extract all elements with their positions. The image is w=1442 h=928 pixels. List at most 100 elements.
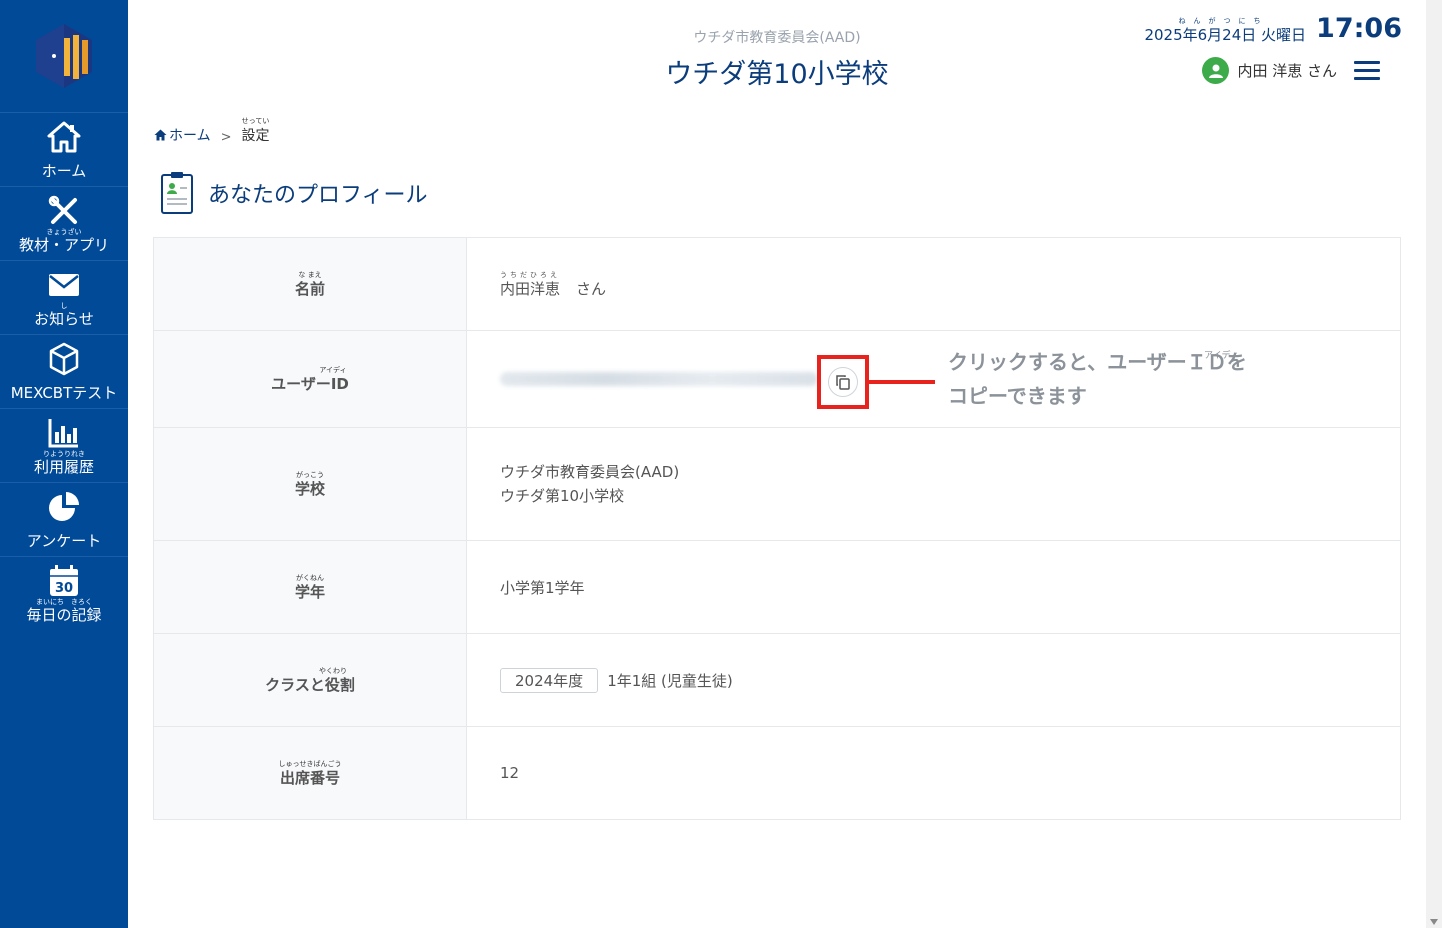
profile-heading: あなたのプロフィール (160, 171, 428, 215)
sidebar-item-ruby: きょうざい (46, 227, 82, 236)
label-ruby: しゅっせきばんごう (278, 759, 342, 768)
breadcrumb-separator: > (220, 130, 232, 145)
callout-ruby: アイディ (1204, 351, 1239, 361)
label-text: 学校 (294, 479, 325, 498)
label-text: 出席番号 (279, 768, 340, 787)
row-label-attendance: しゅっせきばんごう 出席番号 (154, 727, 467, 819)
hamburger-menu-icon[interactable] (1354, 61, 1380, 81)
row-label-class-role: やくわり クラスと役割 (154, 634, 467, 726)
attendance-number: 12 (500, 764, 520, 782)
sidebar-item-history[interactable]: りようりれき 利用履歴 (0, 408, 128, 482)
row-value-name: うちだひろえ 内田洋恵 さん (467, 238, 1400, 330)
year-badge: 2024年度 (500, 667, 599, 693)
label-text: ユーザーID (271, 374, 349, 393)
sidebar-item-label: お知らせ (34, 309, 94, 328)
date-ruby: ねんがつにち (1178, 17, 1269, 25)
sidebar-item-label: 利用履歴 (33, 457, 94, 476)
sidebar-item-label: 教材・アプリ (18, 235, 109, 254)
sidebar-item-mexcbt[interactable]: MEXCBTテスト (0, 334, 128, 408)
pie-chart-icon (49, 491, 79, 521)
profile-table: な まえ 名前 うちだひろえ 内田洋恵 さん アイディ ユーザーID アイディ … (153, 237, 1401, 820)
sidebar-item-label: MEXCBTテスト (10, 383, 118, 402)
sidebar-item-label: アンケート (26, 531, 102, 550)
row-value-grade: 小学第1学年 (467, 541, 1400, 633)
row-value-school: ウチダ市教育委員会(AAD) ウチダ第10小学校 (467, 428, 1400, 540)
bar-chart-icon (48, 418, 78, 447)
sidebar-item-label: ホーム (41, 161, 87, 180)
label-ruby: やくわり (319, 666, 347, 675)
row-value-user-id: アイディ クリックすると、ユーザーＩＤを コピーできます (467, 331, 1400, 427)
copy-highlight-box[interactable] (817, 355, 869, 409)
sidebar-item-label: 毎日の記録 (26, 605, 102, 624)
current-date: 2025年6月24日 火曜日 (1144, 26, 1307, 44)
label-ruby: がくねん (296, 573, 324, 582)
clipboard-profile-icon (161, 172, 193, 214)
breadcrumb-home[interactable]: ホーム (154, 125, 211, 145)
copy-icon (836, 375, 850, 390)
name-ruby: うちだひろえ (500, 270, 560, 279)
label-ruby: がっこう (296, 470, 324, 479)
sidebar-item-ruby: し (60, 301, 68, 310)
home-icon (47, 121, 81, 152)
sidebar-nav: ホーム きょうざい 教材・アプリ し お知らせ MEXCBTテスト りようりれき… (0, 112, 128, 630)
datetime: ねんがつにち 2025年6月24日 火曜日 17:06 (1144, 13, 1402, 45)
name-suffix: さん (576, 279, 607, 298)
callout-line (869, 380, 935, 384)
sidebar-item-apps[interactable]: きょうざい 教材・アプリ (0, 186, 128, 260)
table-row: しゅっせきばんごう 出席番号 12 (154, 727, 1400, 819)
home-small-icon (154, 129, 167, 141)
label-ruby: アイディ (319, 365, 347, 374)
breadcrumb-home-label: ホーム (169, 128, 211, 144)
callout-line2: コピーできます (948, 384, 1087, 408)
breadcrumb-current-ruby: せってい (241, 117, 270, 125)
cube-icon (49, 342, 79, 375)
app-logo-icon (36, 24, 92, 88)
table-row: がっこう 学校 ウチダ市教育委員会(AAD) ウチダ第10小学校 (154, 428, 1400, 541)
grade-value: 小学第1学年 (500, 578, 585, 597)
sidebar-item-notices[interactable]: し お知らせ (0, 260, 128, 334)
breadcrumb-current-label: 設定 (241, 128, 270, 144)
row-value-attendance: 12 (467, 727, 1400, 819)
row-label-grade: がくねん 学年 (154, 541, 467, 633)
school-name: ウチダ第10小学校 (500, 487, 625, 505)
row-value-class-role: 2024年度 1年1組 (児童生徒) (467, 634, 1400, 726)
calendar-day: 30 (55, 581, 73, 596)
tools-icon (48, 195, 77, 224)
user-menu[interactable]: 内田 洋恵 さん (1202, 57, 1337, 84)
sidebar-item-daily-record[interactable]: 30 まいにち きろく 毎日の記録 (0, 556, 128, 630)
scrollbar-thumb[interactable] (1429, 2, 1439, 907)
current-time: 17:06 (1316, 13, 1402, 44)
sidebar-item-ruby: まいにち きろく (36, 597, 92, 606)
copy-callout: アイディ クリックすると、ユーザーＩＤを コピーできます (948, 345, 1247, 413)
profile-title: あなたのプロフィール (208, 183, 428, 208)
copy-id-button[interactable] (828, 367, 858, 397)
label-ruby: な まえ (298, 270, 322, 279)
user-avatar-icon (1202, 57, 1230, 84)
table-row: がくねん 学年 小学第1学年 (154, 541, 1400, 634)
sidebar-item-ruby: りようりれき (43, 449, 85, 458)
user-name: 内田 洋恵 さん (1237, 62, 1337, 80)
user-full-name: 内田洋恵 (500, 279, 561, 298)
row-label-school: がっこう 学校 (154, 428, 467, 540)
table-row: アイディ ユーザーID アイディ クリックすると、ユーザーＩＤを コピーできます (154, 331, 1400, 428)
callout-line1: クリックすると、ユーザーＩＤを (948, 350, 1247, 374)
scroll-down-arrow-icon[interactable] (1430, 919, 1438, 925)
label-text: 名前 (294, 279, 325, 298)
class-role-value: 1年1組 (児童生徒) (607, 671, 733, 690)
label-text: クラスと役割 (265, 675, 355, 694)
label-text: 学年 (294, 582, 325, 601)
mail-icon (49, 273, 79, 296)
sidebar-item-survey[interactable]: アンケート (0, 482, 128, 556)
user-id-blurred (500, 372, 818, 386)
table-row: な まえ 名前 うちだひろえ 内田洋恵 さん (154, 238, 1400, 331)
school-org: ウチダ市教育委員会(AAD) (500, 463, 680, 481)
sidebar-item-home[interactable]: ホーム (0, 112, 128, 186)
breadcrumb-current: せってい 設定 (242, 117, 270, 145)
table-row: やくわり クラスと役割 2024年度 1年1組 (児童生徒) (154, 634, 1400, 727)
breadcrumb: ホーム > せってい 設定 (154, 117, 270, 145)
row-label-name: な まえ 名前 (154, 238, 467, 330)
sidebar: ホーム きょうざい 教材・アプリ し お知らせ MEXCBTテスト りようりれき… (0, 0, 128, 928)
calendar-icon: 30 (50, 564, 78, 596)
row-label-user-id: アイディ ユーザーID (154, 331, 467, 427)
vertical-scrollbar[interactable] (1426, 0, 1442, 928)
